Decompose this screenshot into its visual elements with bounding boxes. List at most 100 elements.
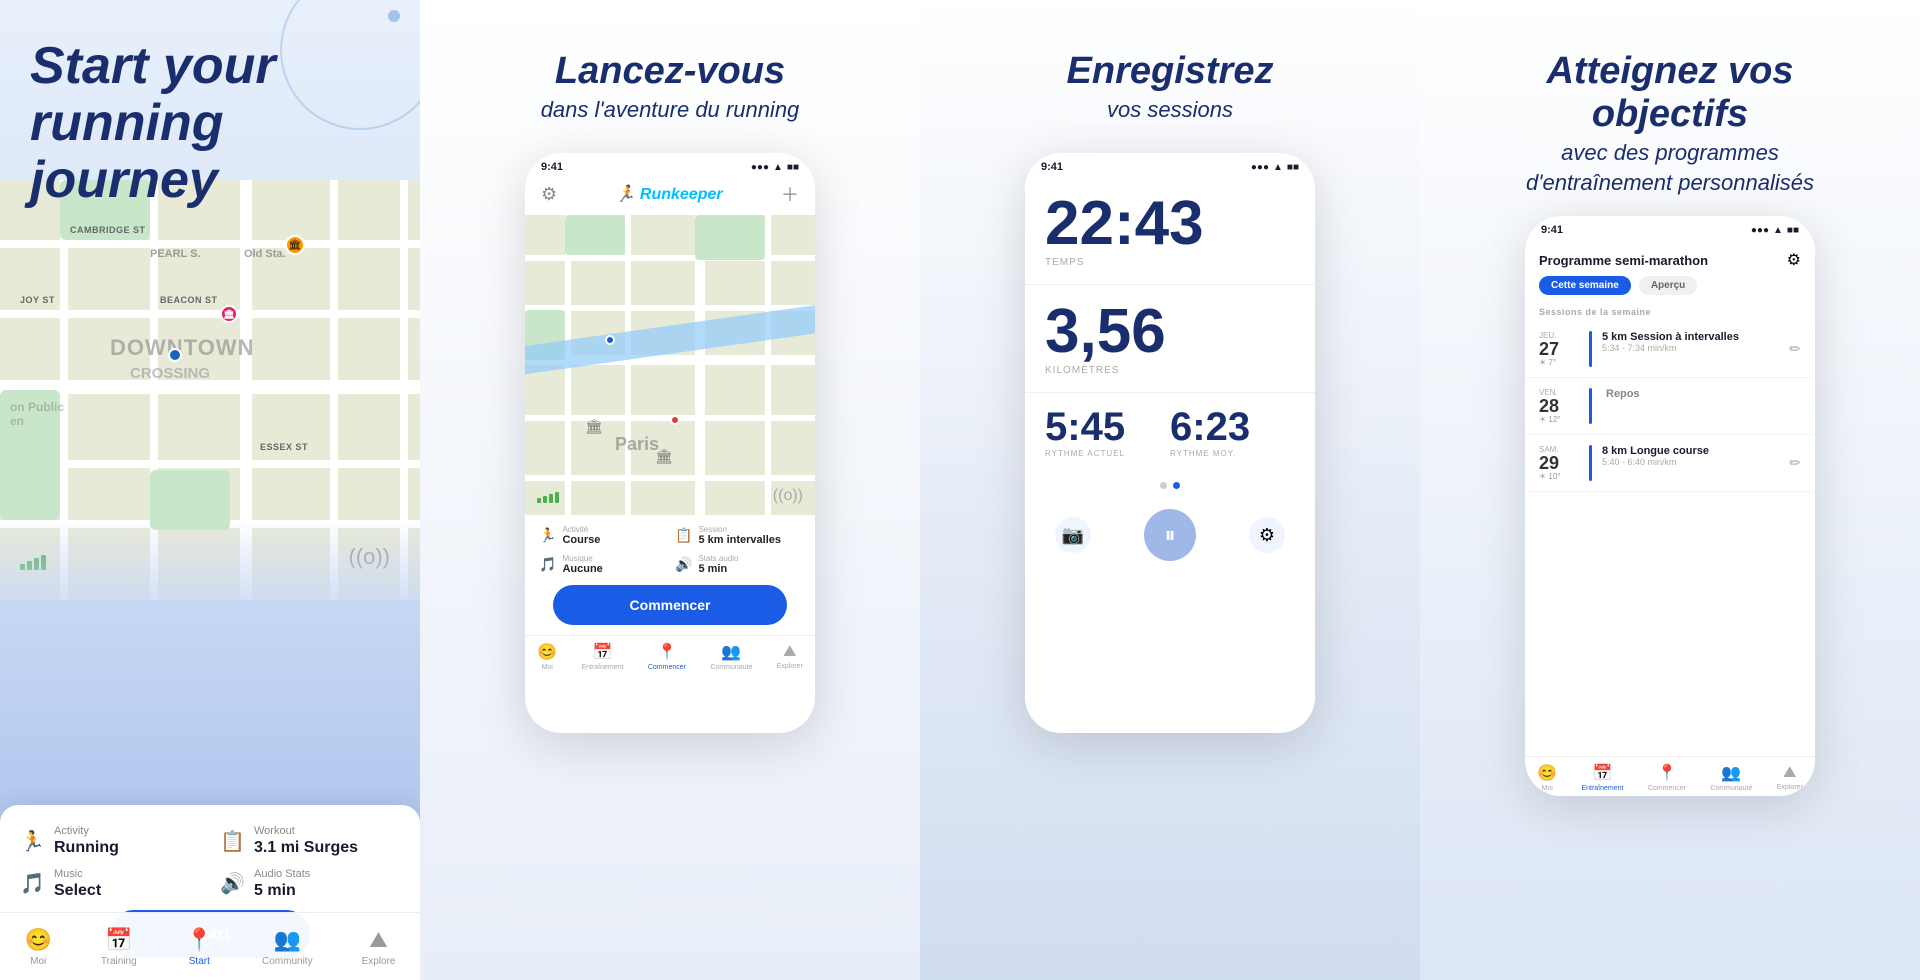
p2-nav-community[interactable]: 👥 Communauté [710, 642, 752, 671]
map-marker-orange: 🏛 [285, 235, 305, 255]
section-label: Sessions de la semaine [1525, 303, 1815, 321]
panel3-headline-main: Enregistrez [1067, 50, 1274, 93]
nav-item-moi[interactable]: 😊 Moi [24, 927, 51, 967]
pause-button[interactable]: ⏸ [1144, 509, 1196, 561]
phone-mockup-2: 9:41 ●●● ▲ ■■ ⚙ 🏃 Runkeeper ＋ [525, 153, 815, 733]
tab-preview[interactable]: Aperçu [1639, 276, 1697, 295]
phone4-bottom-nav: 😊 Moi 📅 Entraînement 📍 Commencer 👥 Commu… [1525, 756, 1815, 796]
pace-stat-block: 5:45 RYTHME ACTUEL 6:23 RYTHME MOY. [1025, 393, 1315, 472]
runkeeper-logo: 🏃 Runkeeper [616, 184, 723, 204]
decorative-dot [388, 10, 400, 22]
pace-avg-value: 6:23 [1170, 407, 1295, 447]
session-sat-pace: 5:40 - 6:40 min/km [1602, 457, 1801, 467]
panel2-headline: Lancez-vous dans l'aventure du running [541, 50, 800, 123]
destination-dot [670, 415, 680, 425]
public-label: on Publicen [10, 400, 64, 428]
smile-icon: 😊 [24, 927, 51, 953]
p2-session-value: 5 km intervalles [698, 534, 781, 546]
phone-mockup-3: 9:41 ●●● ▲ ■■ 22:43 TEMPS 3,56 KILOMÈTRE… [1025, 153, 1315, 733]
p2-session-label: Session [698, 525, 781, 534]
music-label: Music [54, 868, 101, 881]
add-icon: ＋ [781, 181, 799, 207]
p2-music-label: Musique [562, 554, 602, 563]
phone2-bottom-nav: 😊 Moi 📅 Entraînement 📍 Commencer 👥 Commu… [525, 635, 815, 675]
settings-icon: ⚙ [541, 184, 557, 205]
music-icon-2: 🎵 [539, 556, 556, 573]
map-marker-blue [168, 348, 182, 362]
nav-item-explore[interactable]: ⛰ Explore [362, 927, 396, 967]
phone3-content: 22:43 TEMPS 3,56 KILOMÈTRES 5:45 RYTHME … [1025, 177, 1315, 733]
p2-nav-moi[interactable]: 😊 Moi [537, 642, 557, 671]
music-item: 🎵 Music Select [20, 868, 200, 900]
status-bar-4: 9:41 ●●● ▲ ■■ [1525, 216, 1815, 240]
map-marker-pink: 🏛 [220, 305, 238, 323]
workout-label: Workout [254, 825, 358, 838]
road [240, 180, 252, 600]
pace-current-value: 5:45 [1045, 407, 1170, 447]
pagination-dots [1025, 472, 1315, 499]
activity-controls: 📷 ⏸ ⚙ [1025, 499, 1315, 571]
nav-item-start[interactable]: 📍 Start [186, 927, 213, 967]
edit-icon-thu[interactable]: ✏ [1789, 341, 1801, 358]
downtown-label: DOWNTOWN [110, 335, 254, 361]
audiostats-label: Audio Stats [254, 868, 310, 881]
p4-nav-training[interactable]: 📅 Entraînement [1581, 763, 1623, 792]
p4-nav-community[interactable]: 👥 Communauté [1710, 763, 1752, 792]
session-fri: VEN. 28 ☀ 12° Repos [1525, 378, 1815, 435]
edit-icon-sat[interactable]: ✏ [1789, 455, 1801, 472]
p2-activity-item: 🏃 Activité Course [539, 525, 665, 546]
tab-week[interactable]: Cette semaine [1539, 276, 1631, 295]
main-headline: Start your running journey [30, 38, 370, 210]
camera-button[interactable]: 📷 [1055, 517, 1091, 553]
pace-avg-label: RYTHME MOY. [1170, 449, 1295, 458]
panel4-headline: Atteignez vos objectifs avec des program… [1490, 50, 1850, 196]
p2-nav-training[interactable]: 📅 Entraînement [581, 642, 623, 671]
street-label: JOY ST [20, 295, 55, 305]
location-icon: 📍 [186, 927, 213, 953]
wireless-icon: ((ο)) [348, 544, 390, 570]
panel2-headline-sub: dans l'aventure du running [541, 97, 800, 123]
street-label: BEACON ST [160, 295, 218, 305]
panel-start: Start your running journey CAMBRIDGE ST … [0, 0, 420, 980]
session-fri-title: Repos [1606, 388, 1801, 400]
activity-value: Running [54, 838, 119, 857]
monument-icon-2: 🏛 [655, 448, 673, 465]
commencer-button[interactable]: Commencer [553, 585, 787, 625]
nav-item-community[interactable]: 👥 Community [262, 927, 313, 967]
running-icon: 🏃 [20, 829, 44, 854]
panel-objectifs: Atteignez vos objectifs avec des program… [1420, 0, 1920, 980]
info-grid: 🏃 Activity Running 📋 Workout 3.1 mi Surg… [20, 825, 400, 900]
music-icon: 🎵 [20, 871, 44, 896]
audiostats-item: 🔊 Audio Stats 5 min [220, 868, 400, 900]
time-value: 22:43 [1045, 193, 1295, 255]
p2-audio-label: Stats audio [698, 554, 738, 563]
app-bar-2: ⚙ 🏃 Runkeeper ＋ [525, 177, 815, 215]
music-value: Select [54, 881, 101, 900]
paris-label: Paris [615, 434, 659, 455]
street-label: CAMBRIDGE ST [70, 225, 146, 235]
crossing-label: CROSSING [130, 365, 210, 382]
audio-icon-2: 🔊 [675, 556, 692, 573]
mountain-icon: ⛰ [369, 927, 387, 953]
p2-nav-explorer[interactable]: ⛰ Explorer [777, 643, 803, 670]
p4-nav-commencer[interactable]: 📍 Commencer [1648, 763, 1686, 792]
road [150, 180, 158, 600]
settings-button[interactable]: ⚙ [1249, 517, 1285, 553]
signal-icon [537, 492, 559, 503]
p2-audio-value: 5 min [698, 563, 738, 575]
time-label: TEMPS [1045, 257, 1295, 268]
nav-item-training[interactable]: 📅 Training [101, 927, 137, 967]
map-view: CAMBRIDGE ST JOY ST BEACON ST ESSEX ST D… [0, 180, 420, 600]
road [330, 180, 338, 600]
phone4-content: Programme semi-marathon ⚙ Cette semaine … [1525, 240, 1815, 796]
p4-nav-moi[interactable]: 😊 Moi [1537, 763, 1557, 792]
oldstate-label: Old Sta. [244, 248, 286, 260]
p2-nav-commencer[interactable]: 📍 Commencer [648, 642, 686, 671]
session-thu-pace: 5:34 - 7:34 min/km [1602, 343, 1801, 353]
p4-nav-explorer[interactable]: ⛰ Explorer [1777, 764, 1803, 791]
pace-current-label: RYTHME ACTUEL [1045, 449, 1170, 458]
p2-session-item: 📋 Session 5 km intervalles [675, 525, 801, 546]
street-label: ESSEX ST [260, 442, 308, 452]
phone2-map: Paris ((ο)) 🏛 🏛 [525, 215, 815, 515]
audiostats-value: 5 min [254, 881, 310, 900]
